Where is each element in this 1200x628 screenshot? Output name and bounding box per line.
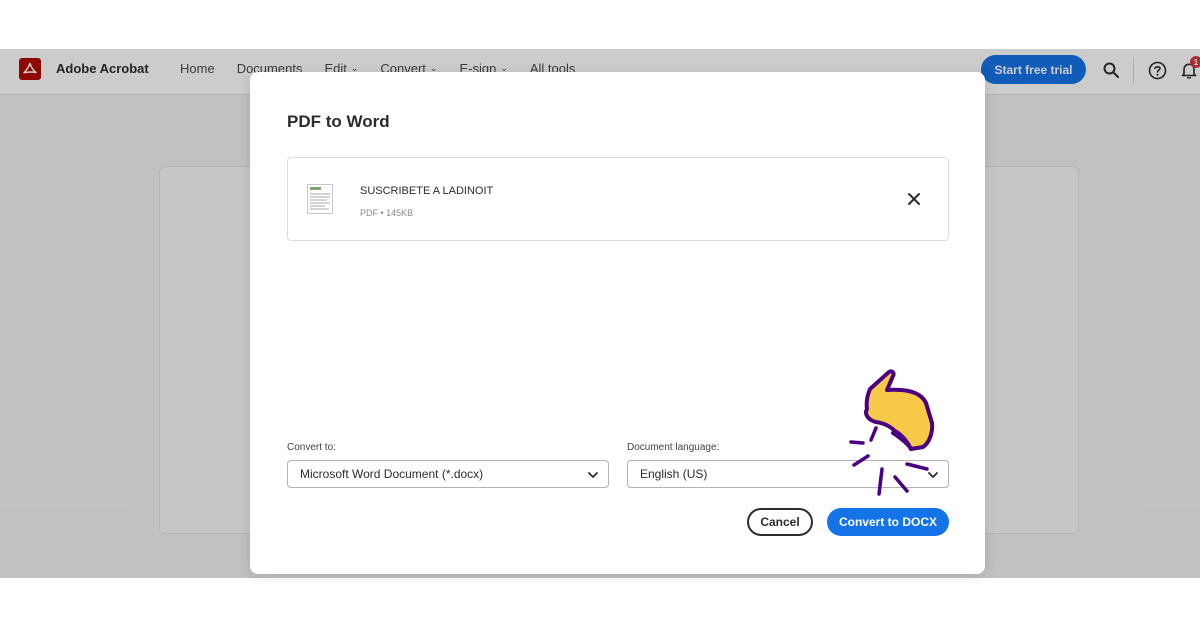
convert-to-label: Convert to: <box>287 442 336 453</box>
page: Adobe Acrobat Home Documents Edit ⌄ Conv… <box>0 0 1200 628</box>
convert-to-docx-button[interactable]: Convert to DOCX <box>827 508 949 536</box>
file-name: SUSCRIBETE A LADINOIT <box>360 185 494 197</box>
close-icon <box>908 193 920 205</box>
document-thumbnail-icon <box>307 184 333 214</box>
document-language-select[interactable]: English (US) <box>627 460 949 488</box>
convert-to-value: Microsoft Word Document (*.docx) <box>300 467 484 481</box>
remove-file-button[interactable] <box>903 188 925 210</box>
chevron-down-icon <box>588 472 598 478</box>
document-language-value: English (US) <box>640 467 708 481</box>
selected-file-card: SUSCRIBETE A LADINOIT PDF • 145KB <box>287 157 949 241</box>
pdf-to-word-dialog: PDF to Word SUSCRIBETE A LADINOIT PDF • … <box>250 72 985 574</box>
convert-to-select[interactable]: Microsoft Word Document (*.docx) <box>287 460 609 488</box>
cancel-button[interactable]: Cancel <box>747 508 813 536</box>
file-meta: PDF • 145KB <box>360 208 414 218</box>
document-language-label: Document language: <box>627 442 720 453</box>
dialog-title: PDF to Word <box>287 112 390 131</box>
chevron-down-icon <box>928 472 938 478</box>
